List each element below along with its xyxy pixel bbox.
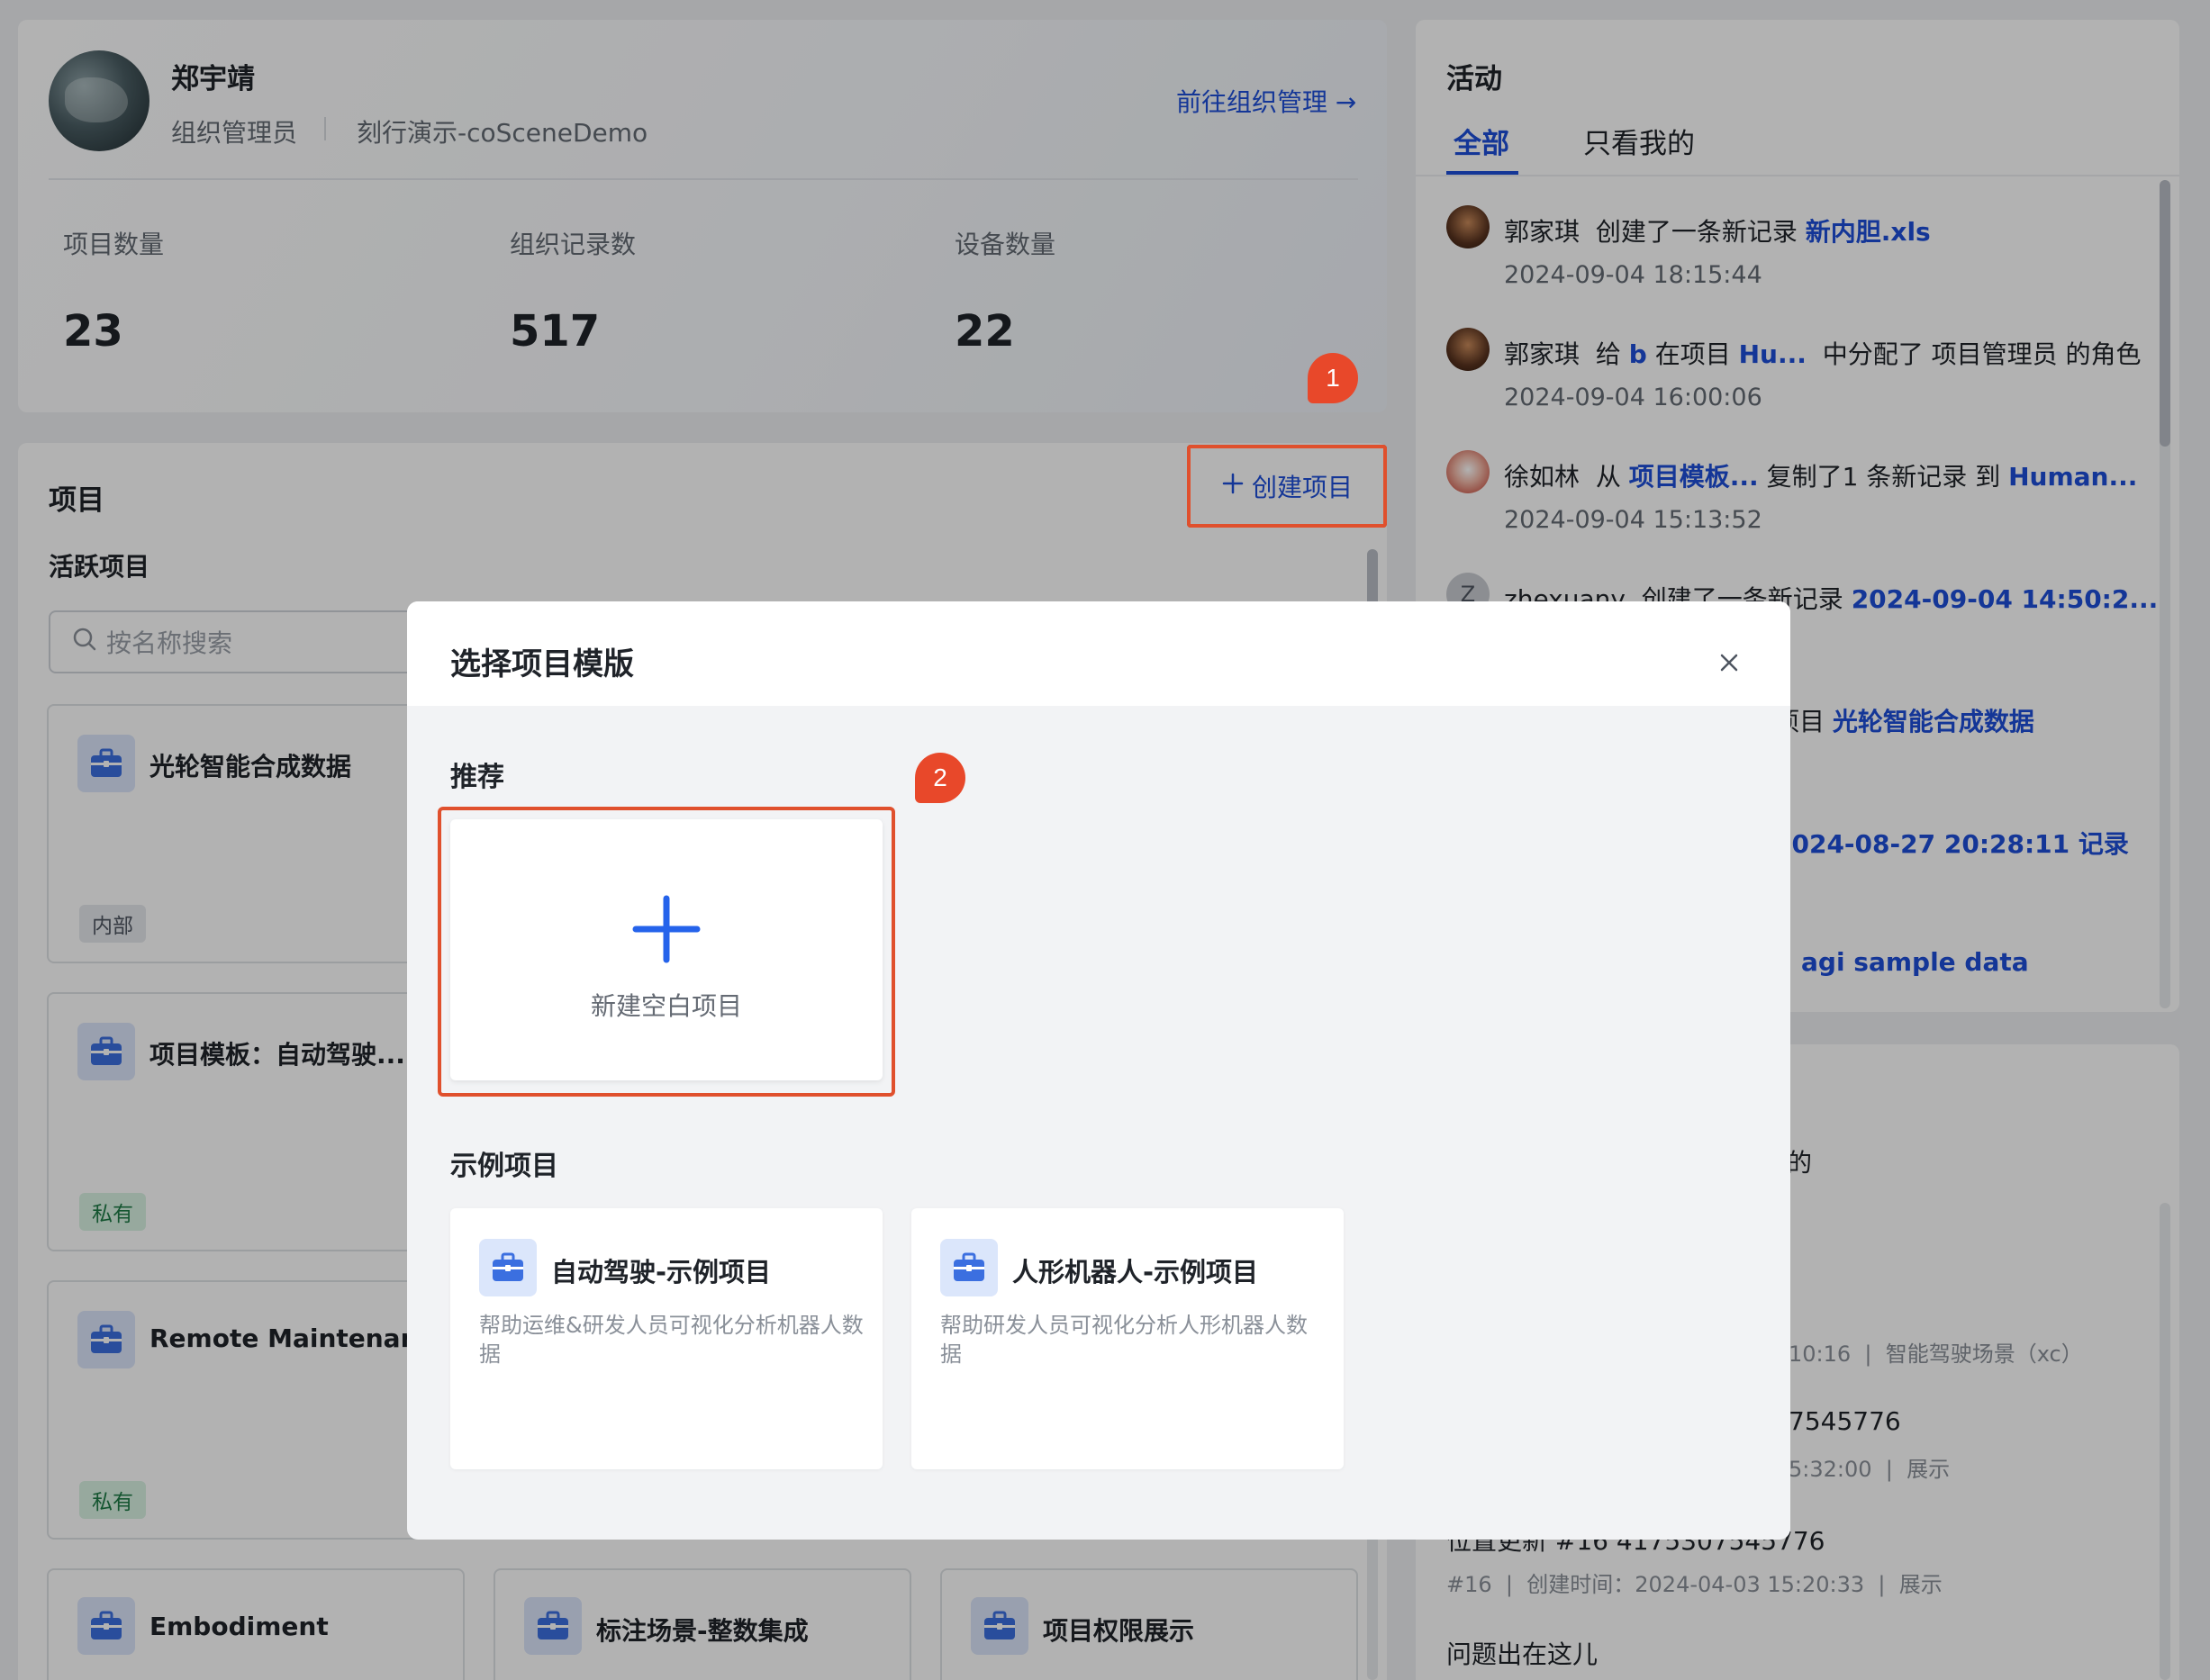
create-project-button-highlight[interactable] (1187, 445, 1387, 528)
close-button[interactable] (1711, 646, 1747, 682)
example-project-name: 自动驾驶-示例项目 (551, 1257, 772, 1287)
section-recommend-title: 推荐 (450, 762, 504, 793)
plus-icon (630, 893, 702, 965)
example-project-desc: 帮助运维&研发人员可视化分析机器人数据 (479, 1313, 864, 1367)
briefcase-icon (479, 1239, 537, 1296)
step-badge: 1 (1308, 353, 1358, 403)
section-examples-title: 示例项目 (450, 1151, 558, 1182)
step-badge: 2 (915, 753, 965, 803)
example-project-name: 人形机器人-示例项目 (1012, 1257, 1259, 1287)
example-project-desc: 帮助研发人员可视化分析人形机器人数据 (940, 1313, 1308, 1367)
new-blank-project-label: 新建空白项目 (590, 991, 742, 1021)
close-icon (1718, 652, 1740, 677)
modal-title: 选择项目模版 (450, 646, 634, 682)
briefcase-icon (940, 1239, 998, 1296)
